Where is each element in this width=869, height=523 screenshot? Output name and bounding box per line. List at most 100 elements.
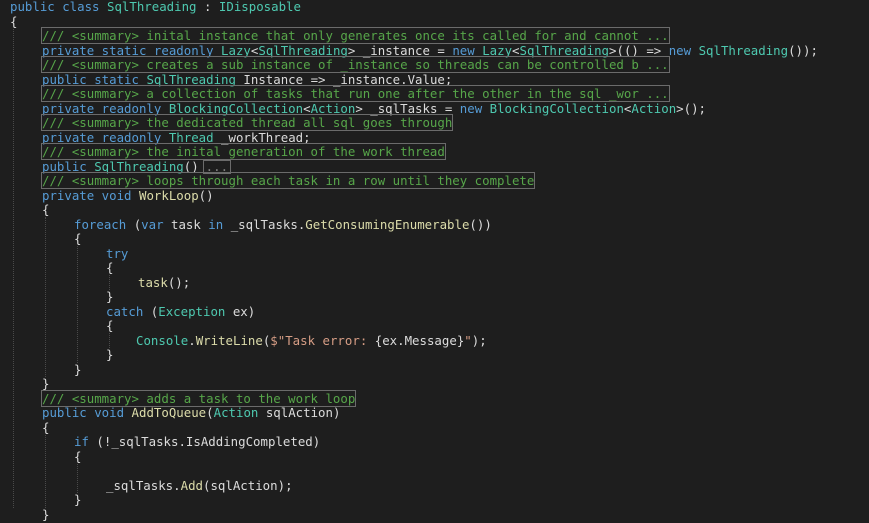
collapsed-summary-comment[interactable]: /// <summary> the dedicated thread all s… — [40, 114, 454, 131]
code-token: foreach — [74, 217, 134, 232]
code-line[interactable]: { — [42, 420, 49, 436]
code-line[interactable]: } — [42, 376, 49, 392]
code-line[interactable]: { — [74, 231, 82, 247]
code-token: IDisposable — [218, 0, 301, 14]
code-token: sqlAction — [258, 405, 333, 420]
code-line[interactable]: { — [10, 14, 17, 30]
code-token: () — [198, 188, 214, 203]
code-line[interactable]: } — [106, 289, 114, 305]
collapsed-summary-comment[interactable]: /// <summary> creates a sub instance of … — [41, 56, 670, 73]
code-token: } — [106, 289, 114, 304]
code-line[interactable]: catch (Exception ex) — [106, 304, 255, 320]
code-line[interactable]: { — [74, 449, 81, 465]
collapsed-region-marker[interactable]: ... — [202, 160, 232, 174]
code-line[interactable]: } — [74, 362, 82, 378]
code-line[interactable]: /// <summary> loops through each task in… — [40, 172, 536, 189]
code-content: Console.WriteLine($"Task error: {ex.Mess… — [136, 333, 487, 348]
code-token: } — [42, 507, 50, 522]
code-line[interactable]: { — [106, 318, 113, 334]
code-line[interactable]: private void WorkLoop() — [42, 188, 214, 204]
code-token: } — [74, 362, 82, 377]
code-token: /// <summary> the inital generation of t… — [42, 144, 445, 159]
code-token: AddToQueue — [131, 405, 207, 420]
code-line[interactable]: } — [106, 347, 113, 363]
code-token: (); — [167, 275, 191, 290]
code-line[interactable]: /// <summary> the inital generation of t… — [41, 143, 446, 160]
code-content: public SqlThreading() — [42, 159, 199, 174]
code-token: try — [106, 246, 129, 261]
code-token: ) — [332, 405, 341, 420]
code-token: Instance — [235, 72, 304, 87]
code-content: } — [74, 492, 81, 507]
code-token: GetConsumingEnumerable — [305, 217, 470, 232]
code-line[interactable]: public class SqlThreading : IDisposable — [10, 0, 301, 15]
code-line[interactable]: _sqlTasks.Add(sqlAction); — [106, 478, 293, 494]
code-line[interactable]: task(); — [138, 275, 190, 291]
code-token: SqlThreading — [94, 159, 184, 174]
collapsed-summary-comment[interactable]: /// <summary> the inital generation of t… — [41, 143, 446, 160]
code-content: } — [42, 507, 49, 522]
code-token: } — [106, 347, 114, 362]
code-token: Action — [213, 405, 259, 420]
code-token: BlockingCollection — [168, 101, 304, 116]
code-content: { — [106, 260, 113, 275]
code-line[interactable]: /// <summary> the dedicated thread all s… — [40, 114, 454, 131]
code-token: Console — [136, 333, 189, 348]
code-content: public class SqlThreading : IDisposable — [10, 0, 301, 14]
code-token: in — [200, 217, 231, 232]
code-content: { — [74, 449, 81, 464]
code-token: /// <summary> a collection of tasks that… — [42, 86, 669, 101]
code-token: SqlThreading — [258, 43, 348, 58]
code-token: . — [173, 478, 181, 493]
collapsed-summary-comment[interactable]: /// <summary> adds a task to the work lo… — [40, 390, 357, 407]
code-line[interactable]: if (!_sqlTasks.IsAddingCompleted) — [74, 434, 320, 450]
code-token: task — [138, 275, 168, 290]
code-token: { — [74, 231, 82, 246]
code-line[interactable]: /// <summary> creates a sub instance of … — [41, 56, 670, 73]
collapsed-summary-comment[interactable]: /// <summary> loops through each task in… — [40, 172, 536, 189]
code-content: task(); — [138, 275, 190, 290]
code-line[interactable]: { — [106, 260, 113, 276]
code-line[interactable]: /// <summary> a collection of tasks that… — [41, 85, 670, 102]
code-line[interactable]: public void AddToQueue(Action sqlAction) — [42, 405, 341, 421]
collapsed-summary-comment[interactable]: /// <summary> inital instance that only … — [41, 27, 670, 44]
code-token: _instance — [362, 43, 430, 58]
code-token: _sqlTasks — [370, 101, 438, 116]
code-token: { — [74, 449, 82, 464]
code-content: } — [106, 347, 113, 362]
code-line[interactable]: foreach (var task in _sqlTasks.GetConsum… — [74, 217, 492, 233]
code-token: Message — [404, 333, 457, 348]
indent-guide — [77, 246, 78, 363]
code-token: >(); — [676, 101, 706, 116]
code-content: public static SqlThreading Instance => _… — [42, 72, 452, 87]
code-line[interactable]: } — [42, 507, 49, 523]
code-editor[interactable]: public class SqlThreading : IDisposable{… — [0, 0, 869, 523]
code-token: new — [452, 43, 483, 58]
code-token: ()) — [469, 217, 492, 232]
code-token: Add — [180, 478, 203, 493]
code-token: _instance — [332, 72, 401, 87]
code-line[interactable]: /// <summary> inital instance that only … — [41, 27, 670, 44]
code-content: { — [106, 318, 113, 333]
code-token: } — [74, 492, 82, 507]
code-token: . — [178, 434, 186, 449]
code-token: _sqlTasks — [106, 478, 174, 493]
code-token: task — [171, 217, 201, 232]
code-token: sqlAction — [210, 478, 278, 493]
indent-guide — [13, 29, 14, 508]
collapsed-summary-comment[interactable]: /// <summary> a collection of tasks that… — [41, 85, 670, 102]
code-token: /// <summary> the dedicated thread all s… — [42, 115, 453, 130]
code-token: : — [196, 0, 219, 14]
code-token: < — [512, 43, 520, 58]
code-token: if — [74, 434, 97, 449]
code-token: WriteLine — [195, 333, 263, 348]
code-line[interactable]: { — [42, 202, 49, 218]
indent-guide — [45, 435, 46, 508]
code-token: { — [106, 260, 114, 275]
code-line[interactable]: Console.WriteLine($"Task error: {ex.Mess… — [136, 333, 487, 349]
code-line[interactable]: } — [74, 492, 81, 508]
code-token: public void — [42, 405, 132, 420]
code-token: " — [464, 333, 472, 348]
code-token: ( — [206, 405, 214, 420]
code-content: if (!_sqlTasks.IsAddingCompleted) — [74, 434, 320, 449]
